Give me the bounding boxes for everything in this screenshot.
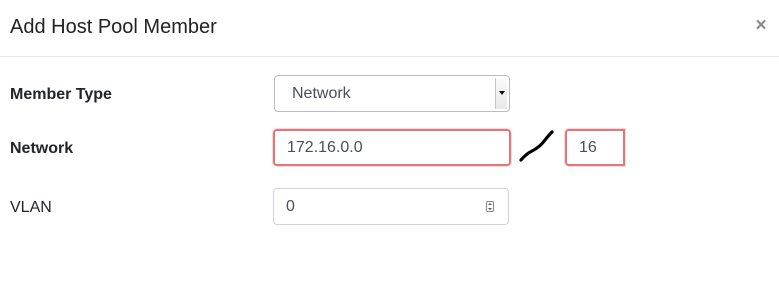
- vlan-input[interactable]: 0: [273, 188, 509, 225]
- dialog-title: Add Host Pool Member: [10, 16, 217, 38]
- dialog-header: Add Host Pool Member ×: [0, 0, 779, 57]
- network-separator-slash: [519, 130, 554, 162]
- network-address-value: 172.16.0.0: [287, 139, 363, 156]
- stepper-arrows-icon[interactable]: [486, 201, 494, 212]
- member-type-select[interactable]: Network: [274, 75, 510, 112]
- member-type-label: Member Type: [10, 86, 112, 103]
- network-address-input[interactable]: 172.16.0.0: [273, 129, 511, 166]
- member-type-selected-value: Network: [292, 85, 351, 102]
- vlan-value: 0: [286, 198, 295, 215]
- close-icon[interactable]: ×: [751, 15, 771, 37]
- network-prefix-input[interactable]: 16: [565, 129, 625, 166]
- chevron-down-icon[interactable]: [495, 78, 507, 109]
- network-label: Network: [10, 140, 74, 157]
- vlan-label: VLAN: [10, 199, 52, 216]
- add-host-pool-member-dialog: Add Host Pool Member × Member Type Netwo…: [0, 0, 779, 294]
- network-prefix-value: 16: [579, 139, 597, 156]
